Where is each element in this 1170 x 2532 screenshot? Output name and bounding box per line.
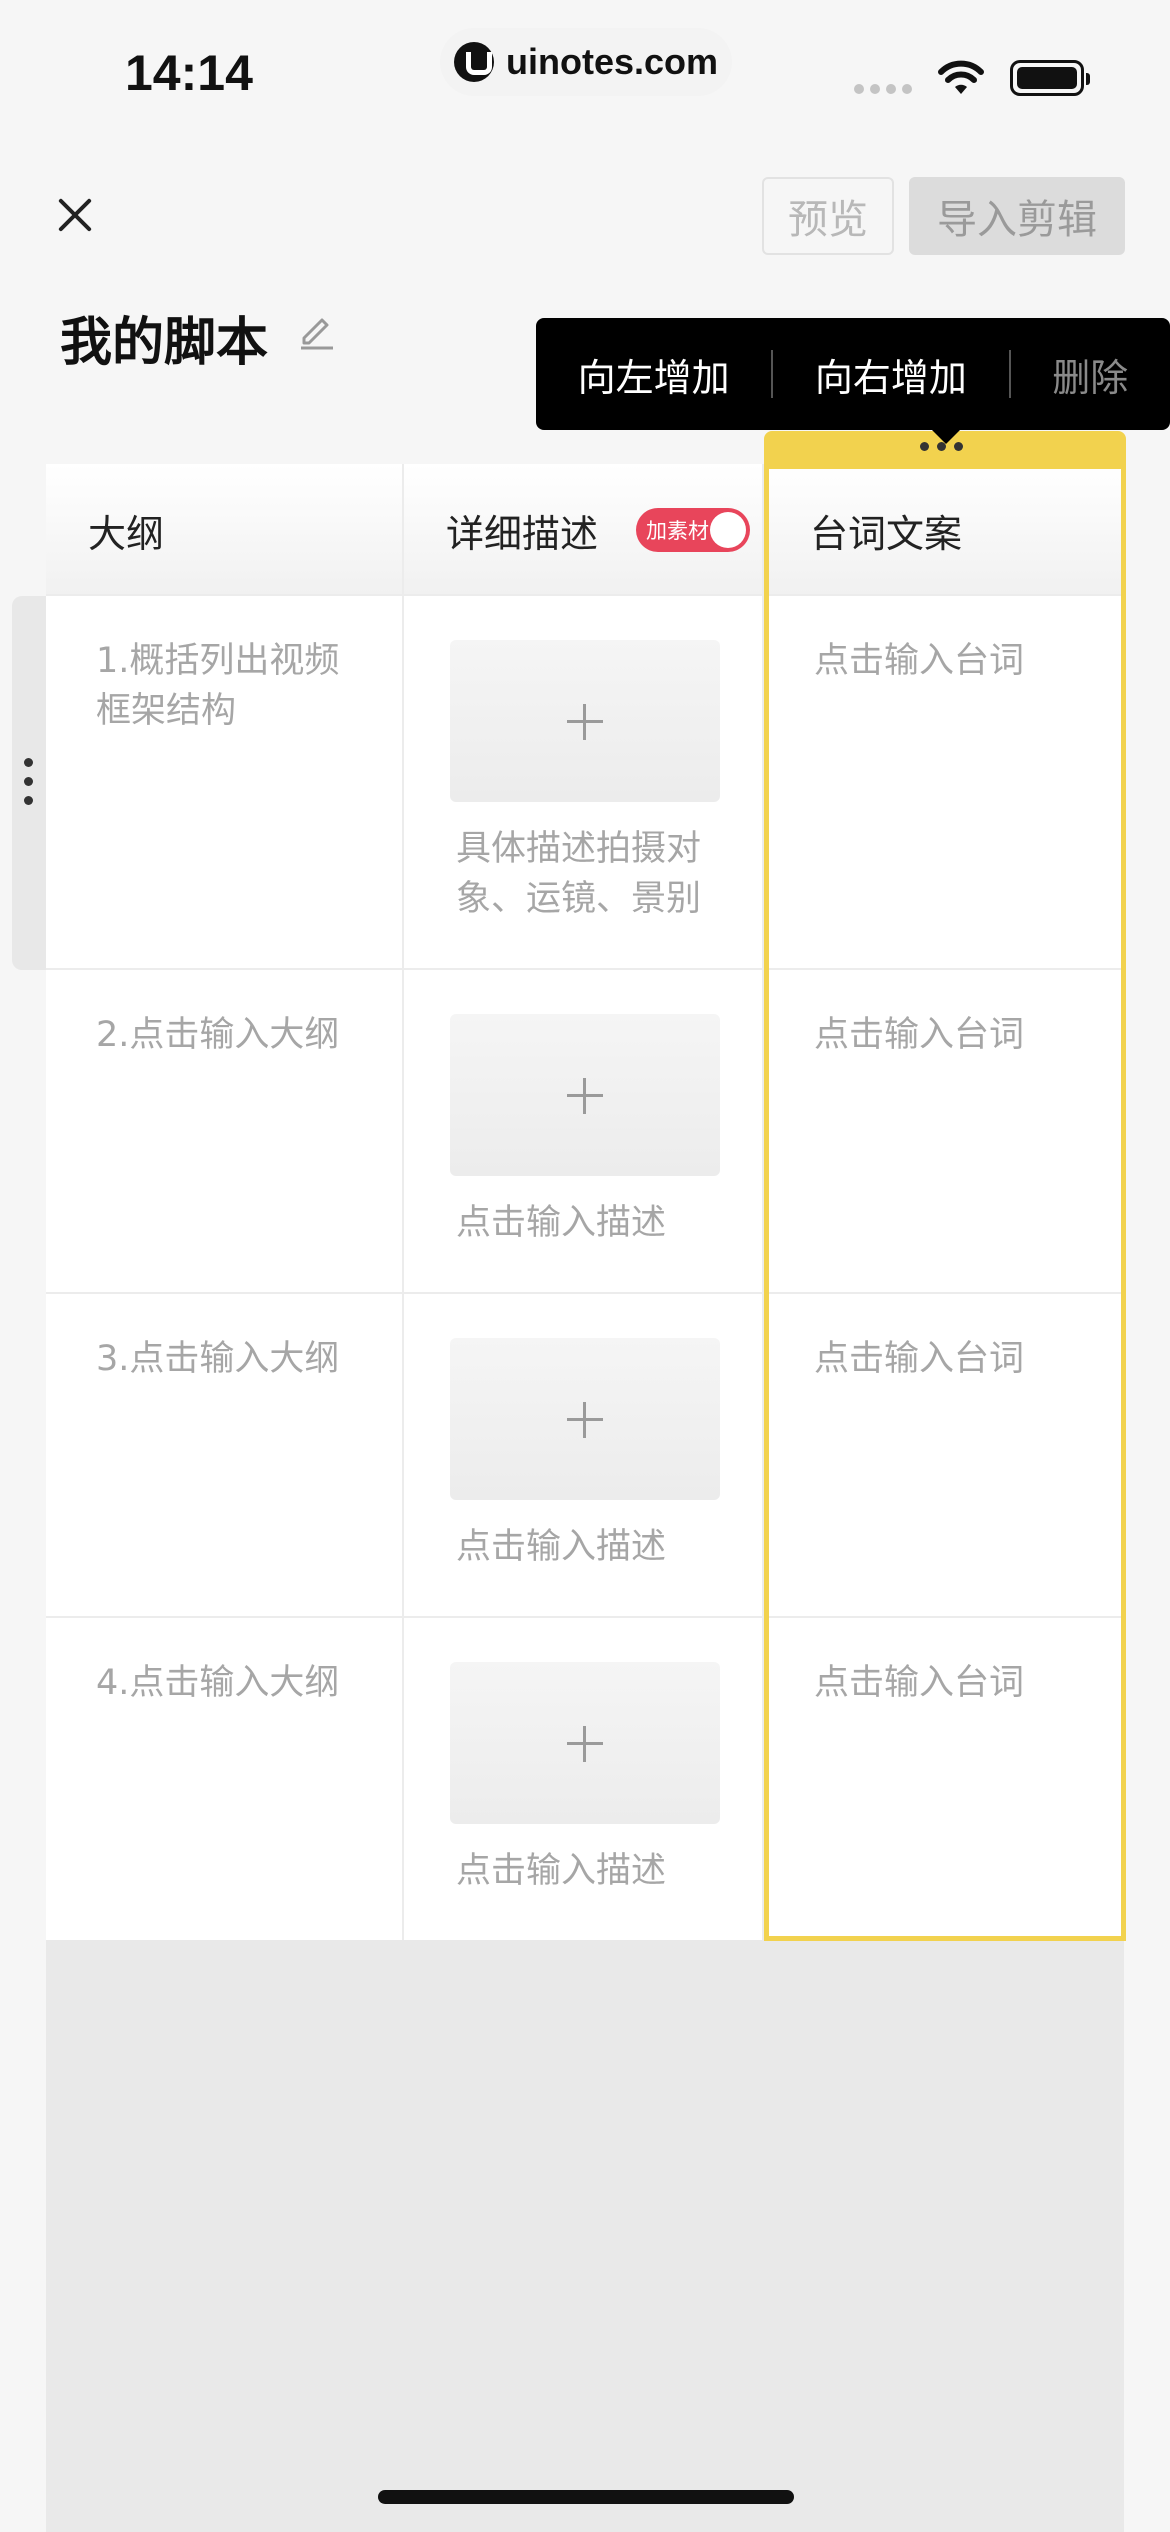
status-time: 14:14 bbox=[125, 45, 253, 101]
add-column-left-button[interactable]: 向左增加 bbox=[536, 347, 771, 402]
line-cell[interactable]: 点击输入台词 bbox=[764, 1618, 1124, 1708]
table-row: 2.点击输入大纲 点击输入描述 点击输入台词 bbox=[46, 970, 1124, 1294]
add-media-button[interactable] bbox=[450, 640, 720, 802]
add-media-button[interactable] bbox=[450, 1338, 720, 1500]
description-cell[interactable]: 具体描述拍摄对象、运镜、景别 bbox=[450, 824, 730, 924]
outline-cell[interactable]: 1.概括列出视频框架结构 bbox=[46, 596, 402, 736]
page-title: 我的脚本 bbox=[60, 313, 269, 373]
line-cell[interactable]: 点击输入台词 bbox=[764, 596, 1124, 686]
column-action-menu: 向左增加 向右增加 删除 bbox=[536, 318, 1170, 444]
battery-icon bbox=[1010, 60, 1090, 96]
drag-handle-dots-icon bbox=[24, 758, 33, 805]
wifi-icon bbox=[938, 60, 984, 94]
close-icon[interactable] bbox=[55, 195, 95, 235]
home-indicator bbox=[378, 2490, 794, 2504]
toggle-knob bbox=[710, 512, 746, 548]
line-cell[interactable]: 点击输入台词 bbox=[764, 970, 1124, 1060]
table-row: 3.点击输入大纲 点击输入描述 点击输入台词 bbox=[46, 1294, 1124, 1618]
signal-icon bbox=[854, 84, 912, 94]
add-material-toggle[interactable]: 加素材 bbox=[636, 508, 750, 552]
url-pill[interactable]: uinotes.com bbox=[440, 28, 732, 96]
table-row: 4.点击输入大纲 点击输入描述 点击输入台词 bbox=[46, 1618, 1124, 1940]
add-material-label: 加素材 bbox=[646, 519, 709, 543]
url-text: uinotes.com bbox=[505, 41, 719, 82]
pencil-icon[interactable] bbox=[296, 308, 338, 350]
add-media-button[interactable] bbox=[450, 1014, 720, 1176]
import-edit-button[interactable]: 导入剪辑 bbox=[909, 177, 1125, 255]
outline-cell[interactable]: 4.点击输入大纲 bbox=[46, 1618, 402, 1708]
preview-button[interactable]: 预览 bbox=[762, 177, 894, 255]
description-cell[interactable]: 点击输入描述 bbox=[450, 1846, 730, 1896]
header-outline: 大纲 bbox=[88, 511, 165, 556]
description-cell[interactable]: 点击输入描述 bbox=[450, 1522, 730, 1572]
site-logo-icon bbox=[453, 42, 494, 82]
table-row: 1.概括列出视频框架结构 具体描述拍摄对象、运镜、景别 点击输入台词 bbox=[46, 596, 1124, 970]
add-column-right-button[interactable]: 向右增加 bbox=[773, 347, 1008, 402]
script-table: 大纲 详细描述 加素材 台词文案 1.概括列出视频框架结构 具体描述拍摄对象、运… bbox=[46, 464, 1124, 1940]
description-cell[interactable]: 点击输入描述 bbox=[450, 1198, 730, 1248]
delete-column-button[interactable]: 删除 bbox=[1011, 347, 1170, 402]
outline-cell[interactable]: 2.点击输入大纲 bbox=[46, 970, 402, 1060]
table-header: 大纲 详细描述 加素材 台词文案 bbox=[46, 464, 1124, 596]
header-lines[interactable]: 台词文案 bbox=[764, 464, 1124, 596]
line-cell[interactable]: 点击输入台词 bbox=[764, 1294, 1124, 1384]
add-media-button[interactable] bbox=[450, 1662, 720, 1824]
outline-cell[interactable]: 3.点击输入大纲 bbox=[46, 1294, 402, 1384]
